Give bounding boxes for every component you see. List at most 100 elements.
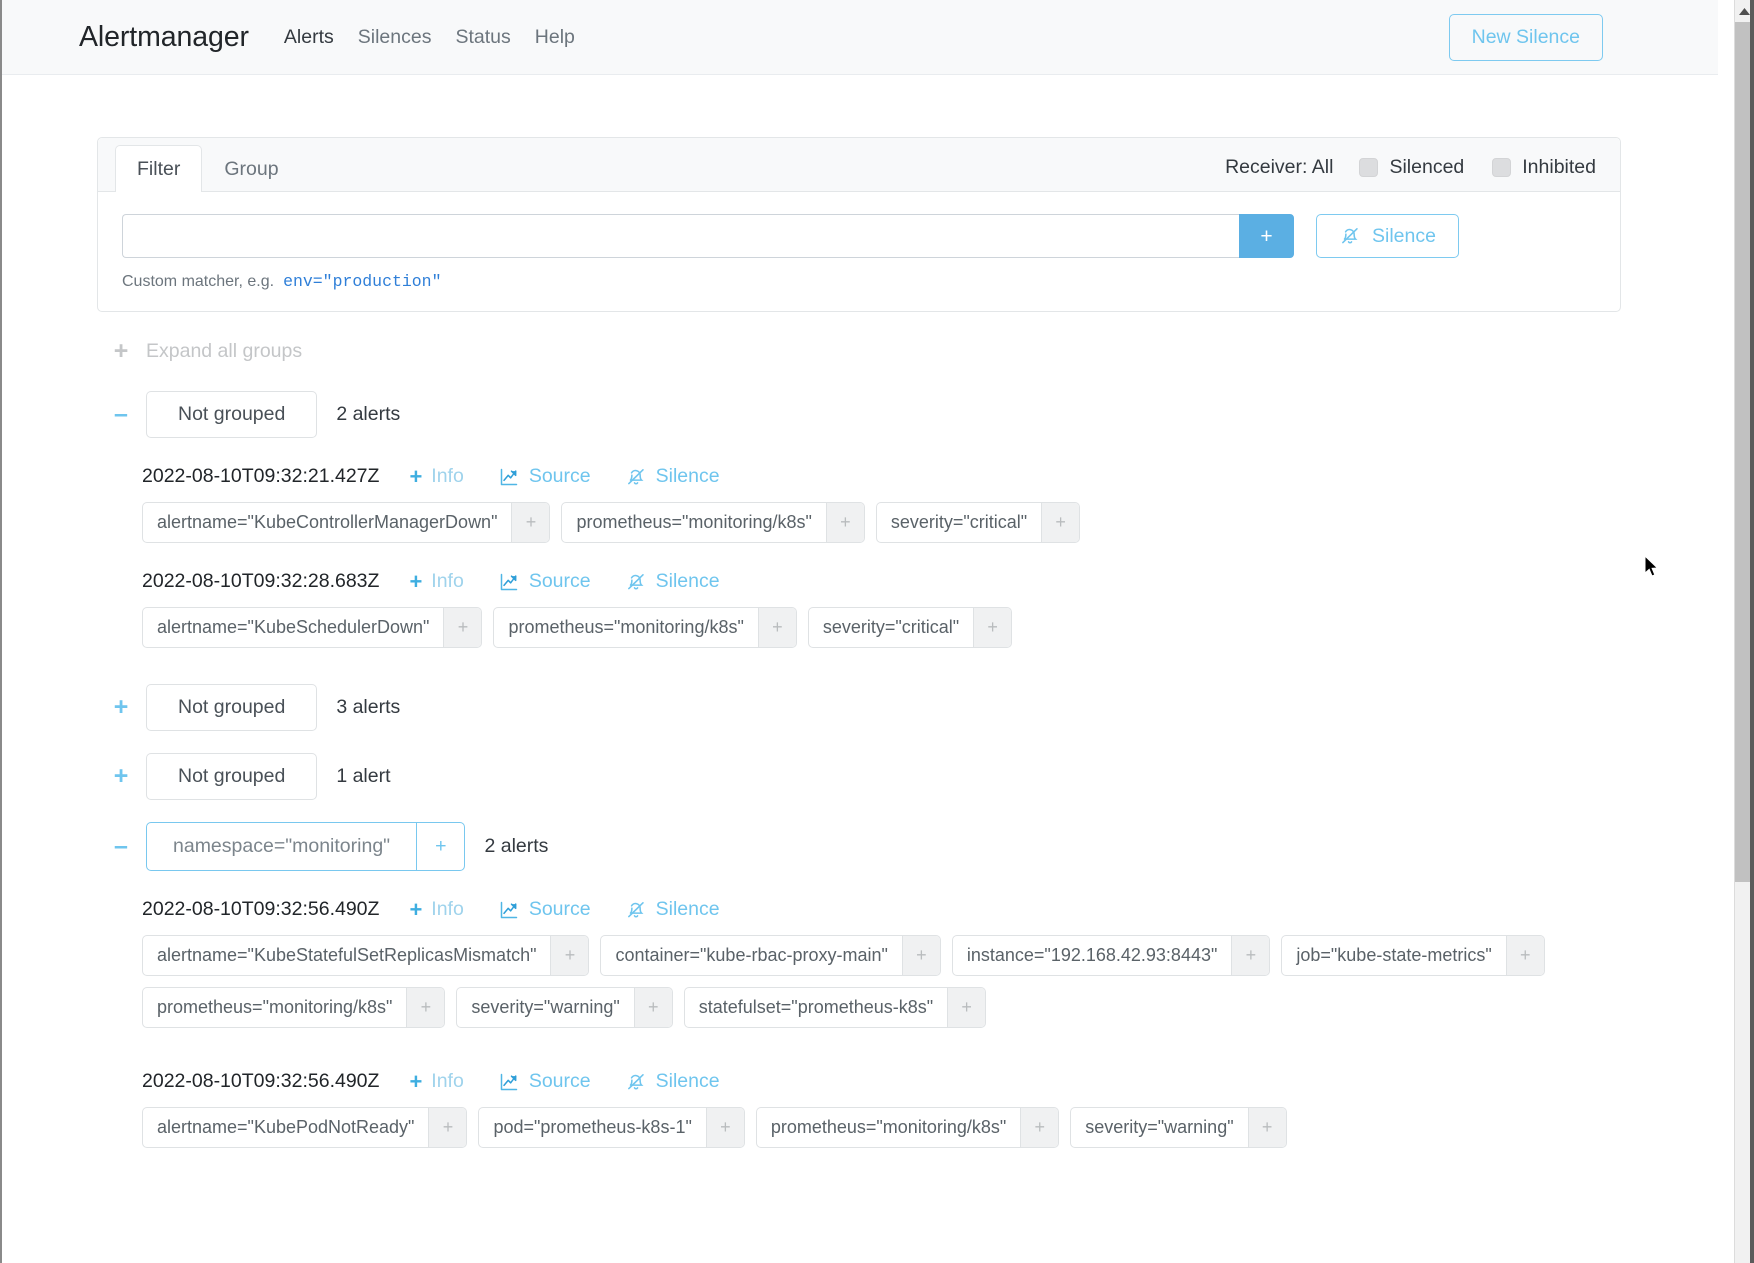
label-chip-add-button[interactable]: + <box>973 608 1012 647</box>
label-chip-add-button[interactable]: + <box>1231 936 1270 975</box>
alert-meta-row: 2022-08-10T09:32:21.427Z + Info Source S… <box>142 465 1621 488</box>
filter-card: Filter Group Receiver: All Silenced Inhi… <box>97 137 1621 312</box>
group-chip-add-button[interactable]: + <box>416 823 464 870</box>
custom-matcher-hint: Custom matcher, e.g. env="production" <box>122 272 1596 291</box>
alert-info-link[interactable]: + Info <box>409 570 463 593</box>
alert-item: 2022-08-10T09:32:21.427Z + Info Source S… <box>142 465 1621 543</box>
label-chip: alertname="KubePodNotReady" + <box>142 1107 468 1148</box>
checkbox-inhibited[interactable]: Inhibited <box>1492 156 1596 179</box>
alert-info-link[interactable]: + Info <box>409 1070 463 1093</box>
window-left-edge <box>0 0 2 1263</box>
tab-filter[interactable]: Filter <box>115 144 203 192</box>
alert-silence-link[interactable]: Silence <box>625 570 720 593</box>
plus-icon[interactable]: + <box>110 695 132 720</box>
label-chip-text[interactable]: prometheus="monitoring/k8s" <box>562 503 825 542</box>
add-matcher-button[interactable]: + <box>1239 214 1294 258</box>
label-chip-text[interactable]: job="kube-state-metrics" <box>1282 936 1505 975</box>
label-chip-add-button[interactable]: + <box>633 988 672 1027</box>
label-chip-add-button[interactable]: + <box>1041 503 1080 542</box>
checkbox-silenced-box[interactable] <box>1359 158 1379 177</box>
label-chip-text[interactable]: statefulset="prometheus-k8s" <box>685 988 947 1027</box>
filter-card-header: Filter Group Receiver: All Silenced Inhi… <box>98 138 1620 192</box>
alert-source-link[interactable]: Source <box>498 1070 591 1093</box>
label-chip-text[interactable]: prometheus="monitoring/k8s" <box>757 1108 1020 1147</box>
minus-icon[interactable]: – <box>110 834 132 859</box>
label-chip-add-button[interactable]: + <box>825 503 864 542</box>
label-chip-add-button[interactable]: + <box>757 608 796 647</box>
label-chip-text[interactable]: instance="192.168.42.93:8443" <box>953 936 1232 975</box>
label-chip: prometheus="monitoring/k8s" + <box>755 1107 1060 1148</box>
label-chip-add-button[interactable]: + <box>406 988 445 1027</box>
silence-button[interactable]: Silence <box>1316 214 1459 258</box>
label-chip-text[interactable]: prometheus="monitoring/k8s" <box>494 608 757 647</box>
expand-all-groups[interactable]: + Expand all groups <box>110 339 1621 364</box>
label-chip-text[interactable]: container="kube-rbac-proxy-main" <box>601 936 901 975</box>
label-chip-add-button[interactable]: + <box>901 936 940 975</box>
label-chip-add-button[interactable]: + <box>443 608 482 647</box>
alert-source-link[interactable]: Source <box>498 570 591 593</box>
group-chip[interactable]: Not grouped <box>146 684 318 731</box>
group-chip[interactable]: Not grouped <box>146 391 318 438</box>
label-chip-add-button[interactable]: + <box>511 503 550 542</box>
label-chip: severity="critical" + <box>807 607 1013 648</box>
plus-icon: + <box>409 1068 423 1094</box>
nav-link-status[interactable]: Status <box>443 26 522 49</box>
label-chip: statefulset="prometheus-k8s" + <box>683 987 987 1028</box>
checkbox-inhibited-box[interactable] <box>1492 158 1512 177</box>
nav-link-alerts[interactable]: Alerts <box>272 26 346 49</box>
filter-input-group: + <box>122 214 1294 258</box>
label-chip-text[interactable]: alertname="KubeStatefulSetReplicasMismat… <box>143 936 550 975</box>
new-silence-button[interactable]: New Silence <box>1448 13 1603 61</box>
label-chip: alertname="KubeControllerManagerDown" + <box>142 502 551 543</box>
bell-slash-icon <box>625 571 647 593</box>
nav-link-help[interactable]: Help <box>523 26 587 49</box>
alert-silence-link[interactable]: Silence <box>625 898 720 921</box>
alert-source-label: Source <box>528 1070 591 1092</box>
main-container: Filter Group Receiver: All Silenced Inhi… <box>79 137 1639 1148</box>
label-chip-text[interactable]: severity="warning" <box>457 988 633 1027</box>
label-chip-text[interactable]: severity="critical" <box>877 503 1041 542</box>
tab-group[interactable]: Group <box>202 145 300 192</box>
label-chip-text[interactable]: severity="critical" <box>809 608 973 647</box>
label-chip-add-button[interactable]: + <box>1247 1108 1286 1147</box>
label-chip-text[interactable]: prometheus="monitoring/k8s" <box>143 988 406 1027</box>
alert-info-link[interactable]: + Info <box>409 898 463 921</box>
label-chip-add-button[interactable]: + <box>705 1108 744 1147</box>
nav-link-silences[interactable]: Silences <box>346 26 444 49</box>
filter-matcher-input[interactable] <box>122 214 1239 258</box>
group-chip[interactable]: Not grouped <box>146 753 318 800</box>
receiver-label[interactable]: Receiver: All <box>1225 156 1333 179</box>
alert-source-link[interactable]: Source <box>498 465 591 488</box>
label-chip-text[interactable]: alertname="KubeControllerManagerDown" <box>143 503 511 542</box>
alert-label-chips: alertname="KubeSchedulerDown" + promethe… <box>142 607 1621 648</box>
plus-icon[interactable]: + <box>110 764 132 789</box>
minus-icon[interactable]: – <box>110 402 132 427</box>
label-chip-text[interactable]: severity="warning" <box>1071 1108 1247 1147</box>
bell-slash-icon <box>625 466 647 488</box>
alert-source-label: Source <box>528 898 591 920</box>
label-chip-add-button[interactable]: + <box>947 988 986 1027</box>
label-chip-add-button[interactable]: + <box>550 936 589 975</box>
label-chip-text[interactable]: pod="prometheus-k8s-1" <box>479 1108 705 1147</box>
label-chip-add-button[interactable]: + <box>1020 1108 1059 1147</box>
plus-icon: + <box>113 337 129 365</box>
group-alert-count: 2 alerts <box>484 835 549 857</box>
label-chip-text[interactable]: alertname="KubeSchedulerDown" <box>143 608 443 647</box>
alert-timestamp: 2022-08-10T09:32:28.683Z <box>142 570 380 592</box>
label-chip-text[interactable]: alertname="KubePodNotReady" <box>143 1108 428 1147</box>
alert-info-link[interactable]: + Info <box>409 465 463 488</box>
chart-line-icon <box>498 467 520 487</box>
label-chip-add-button[interactable]: + <box>1505 936 1544 975</box>
hint-example-code[interactable]: env="production" <box>283 272 441 291</box>
filter-tabs: Filter Group <box>115 144 301 192</box>
alert-silence-link[interactable]: Silence <box>625 465 720 488</box>
alert-source-label: Source <box>528 465 591 487</box>
checkbox-silenced[interactable]: Silenced <box>1359 156 1464 179</box>
alert-silence-link[interactable]: Silence <box>625 1070 720 1093</box>
group-alert-count: 1 alert <box>336 765 391 787</box>
group-header: – namespace="monitoring" + 2 alerts <box>110 822 1621 871</box>
window-right-edge <box>1750 0 1754 1263</box>
label-chip-add-button[interactable]: + <box>428 1108 467 1147</box>
group-chip-text[interactable]: namespace="monitoring" <box>147 823 416 870</box>
alert-source-link[interactable]: Source <box>498 898 591 921</box>
